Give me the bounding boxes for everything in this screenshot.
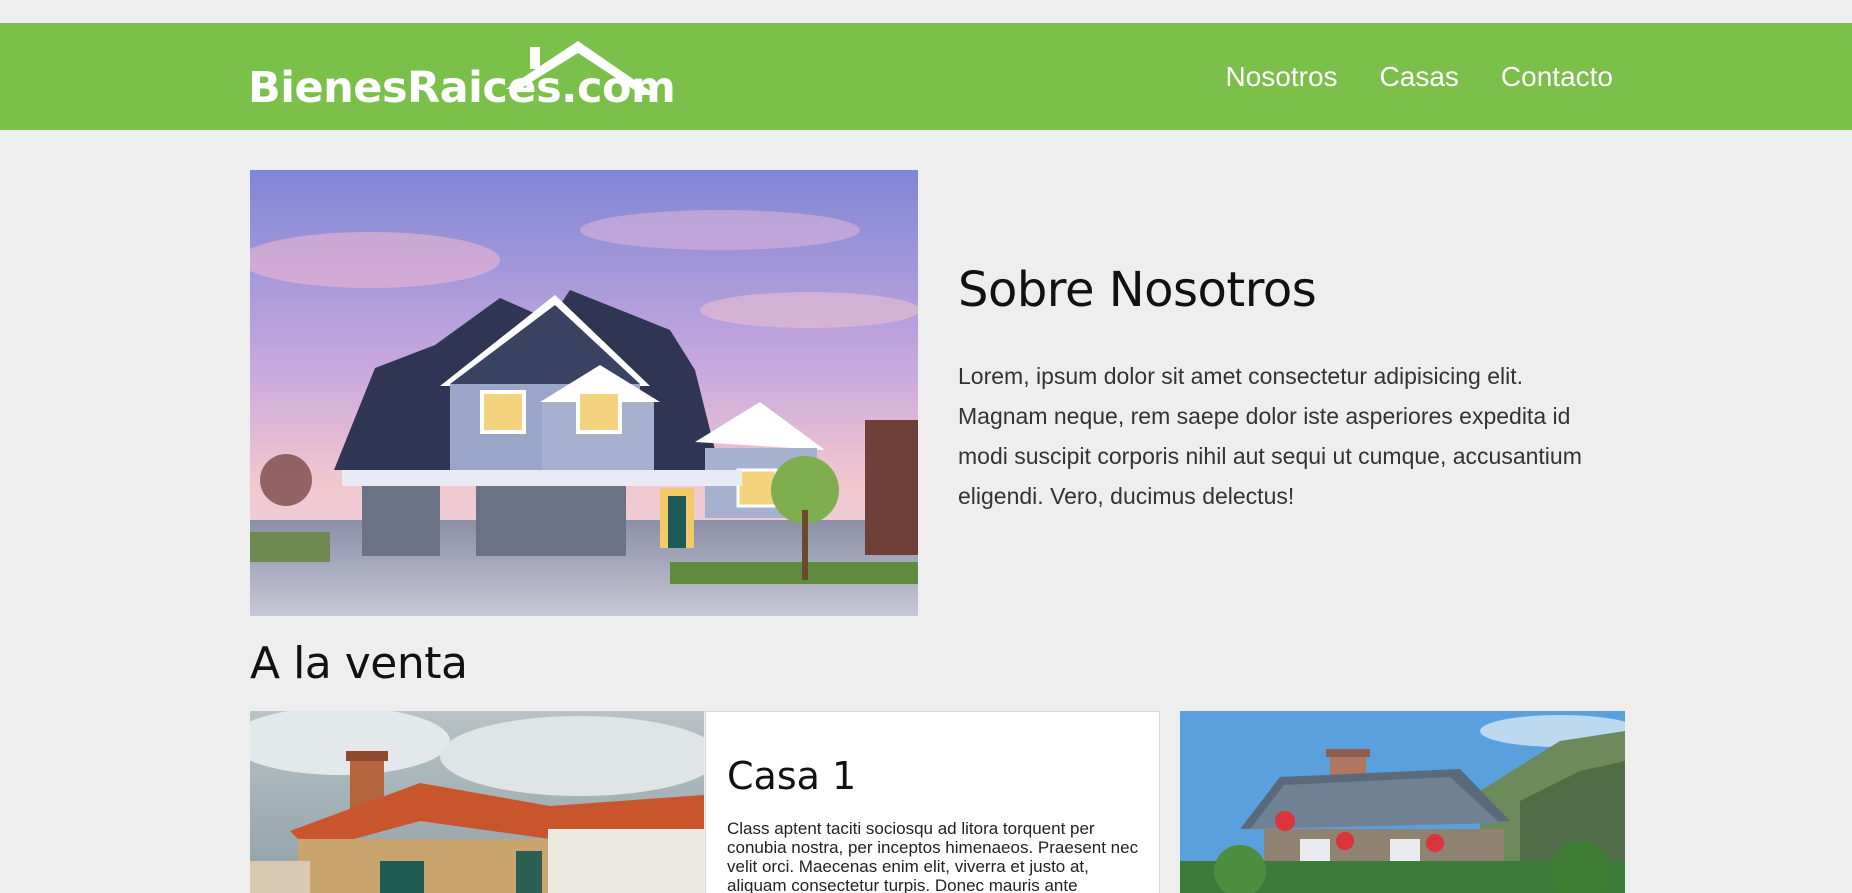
logo-text: BienesRaices.com (248, 63, 676, 113)
nav-link-contacto[interactable]: Contacto (1501, 61, 1613, 93)
about-house-image (250, 170, 918, 616)
site-logo[interactable]: BienesRaices.com (248, 37, 676, 113)
listing-description: Class aptent taciti sociosqu ad litora t… (727, 819, 1139, 893)
listing-image-3[interactable] (1180, 711, 1625, 893)
listing-card-1[interactable]: Casa 1 Class aptent taciti sociosqu ad l… (705, 711, 1160, 893)
main-nav: Nosotros Casas Contacto (1226, 23, 1614, 130)
about-title: Sobre Nosotros (958, 262, 1317, 318)
listing-title: Casa 1 (727, 754, 857, 798)
about-text: Lorem, ipsum dolor sit amet consectetur … (958, 363, 1582, 509)
listing-image-1[interactable] (250, 711, 704, 893)
for-sale-title: A la venta (250, 638, 468, 689)
nav-link-casas[interactable]: Casas (1380, 61, 1459, 93)
nav-link-nosotros[interactable]: Nosotros (1226, 61, 1338, 93)
about-section: Sobre Nosotros Lorem, ipsum dolor sit am… (958, 262, 1618, 516)
